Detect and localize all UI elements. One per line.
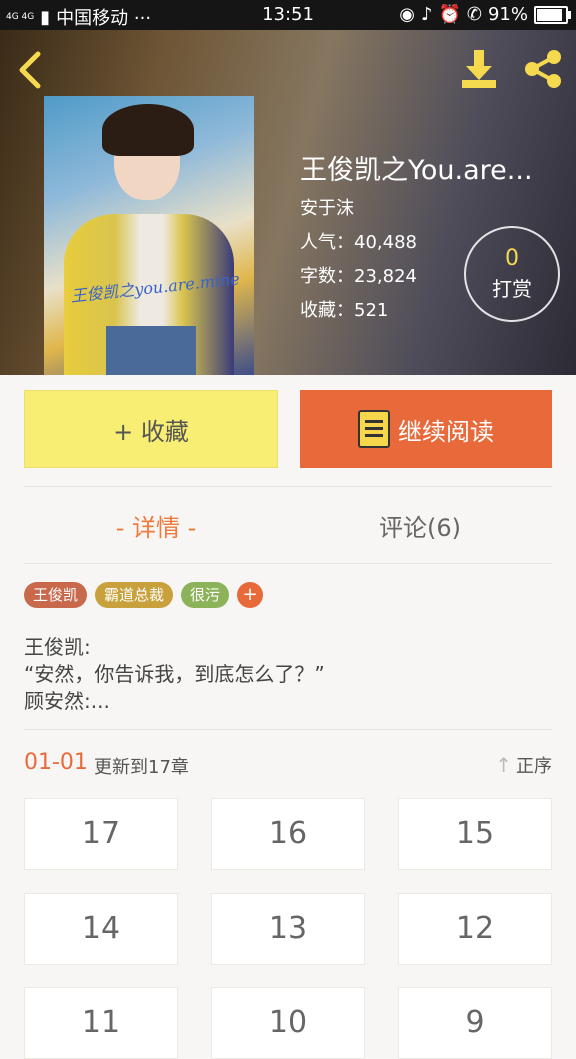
tag[interactable]: 霸道总裁 xyxy=(95,582,174,608)
update-row: 01-01 更新到17章 ↑ 正序 xyxy=(24,750,552,780)
sort-order-label: 正序 xyxy=(516,756,552,777)
tab-details[interactable]: - 详情 - xyxy=(24,508,288,543)
divider xyxy=(24,563,552,564)
synopsis[interactable]: 王俊凯: “安然，你告诉我，到底怎么了？” 顾安然:... xyxy=(24,634,552,715)
update-text: 更新到17章 xyxy=(94,757,189,778)
chapter-button[interactable]: 15 xyxy=(398,798,552,870)
tip-label: 打赏 xyxy=(492,277,532,301)
divider xyxy=(24,486,552,487)
divider xyxy=(24,729,552,730)
book-author[interactable]: 安于沫 xyxy=(300,194,354,220)
continue-reading-button[interactable]: 继续阅读 xyxy=(300,390,552,468)
book-favorites: 收藏：521 xyxy=(300,300,389,321)
battery-icon xyxy=(534,5,571,24)
tip-count: 0 xyxy=(505,246,519,271)
favorite-label: + 收藏 xyxy=(113,417,189,446)
download-button[interactable] xyxy=(456,46,502,92)
arrow-up-icon: ↑ xyxy=(495,753,512,777)
tag[interactable]: 很污 xyxy=(181,582,230,608)
book-word-count: 字数：23,824 xyxy=(300,266,417,287)
battery-percent: 91% xyxy=(487,4,528,25)
book-title: 王俊凯之You.are... xyxy=(300,155,533,186)
synopsis-line: 顾安然:... xyxy=(24,689,110,713)
alarm-icon: ⏰ xyxy=(438,4,461,25)
book-icon xyxy=(358,410,390,448)
download-icon xyxy=(462,50,496,88)
share-button[interactable] xyxy=(520,46,566,92)
book-popularity: 人气：40,488 xyxy=(300,232,417,253)
tag[interactable]: 王俊凯 xyxy=(24,582,88,608)
synopsis-line: 王俊凯: xyxy=(24,635,91,659)
status-right: ◉ ♪ ⏰ ✆ 91% xyxy=(399,4,571,25)
chapter-button[interactable]: 16 xyxy=(211,798,365,870)
cover-figure-legs xyxy=(106,326,196,375)
tip-button[interactable]: 0 打赏 xyxy=(464,226,560,322)
tag-list: 王俊凯 霸道总裁 很污 + xyxy=(24,582,264,608)
chapter-button[interactable]: 10 xyxy=(211,987,365,1059)
back-icon xyxy=(19,51,41,89)
tab-comments[interactable]: 评论(6) xyxy=(288,508,552,543)
update-date: 01-01 xyxy=(24,750,88,775)
chapter-button[interactable]: 14 xyxy=(24,893,178,965)
call-hd-icon: ✆ xyxy=(466,4,482,25)
cover-figure-hair xyxy=(102,104,194,156)
favorite-button[interactable]: + 收藏 xyxy=(24,390,278,468)
chapter-button[interactable]: 17 xyxy=(24,798,178,870)
book-cover[interactable]: 王俊凯之you.are.mine xyxy=(44,96,254,375)
continue-reading-label: 继续阅读 xyxy=(398,417,494,446)
book-header: 王俊凯之you.are.mine 王俊凯之You.are... 安于沫 人气：4… xyxy=(0,30,576,375)
nfc-icon: ◉ xyxy=(399,4,415,25)
status-bar: 4G 4G ▮ 中国移动 ··· 13:51 ◉ ♪ ⏰ ✆ 91% xyxy=(0,0,576,30)
sort-order-button[interactable]: ↑ 正序 xyxy=(495,752,552,778)
chapter-button[interactable]: 9 xyxy=(398,987,552,1059)
share-icon xyxy=(525,50,561,88)
chapter-button[interactable]: 11 xyxy=(24,987,178,1059)
chapter-button[interactable]: 13 xyxy=(211,893,365,965)
back-button[interactable] xyxy=(14,48,50,92)
chapter-button[interactable]: 12 xyxy=(398,893,552,965)
synopsis-line: “安然，你告诉我，到底怎么了？” xyxy=(24,662,325,686)
add-tag-button[interactable]: + xyxy=(237,582,264,608)
silent-icon: ♪ xyxy=(420,4,433,25)
